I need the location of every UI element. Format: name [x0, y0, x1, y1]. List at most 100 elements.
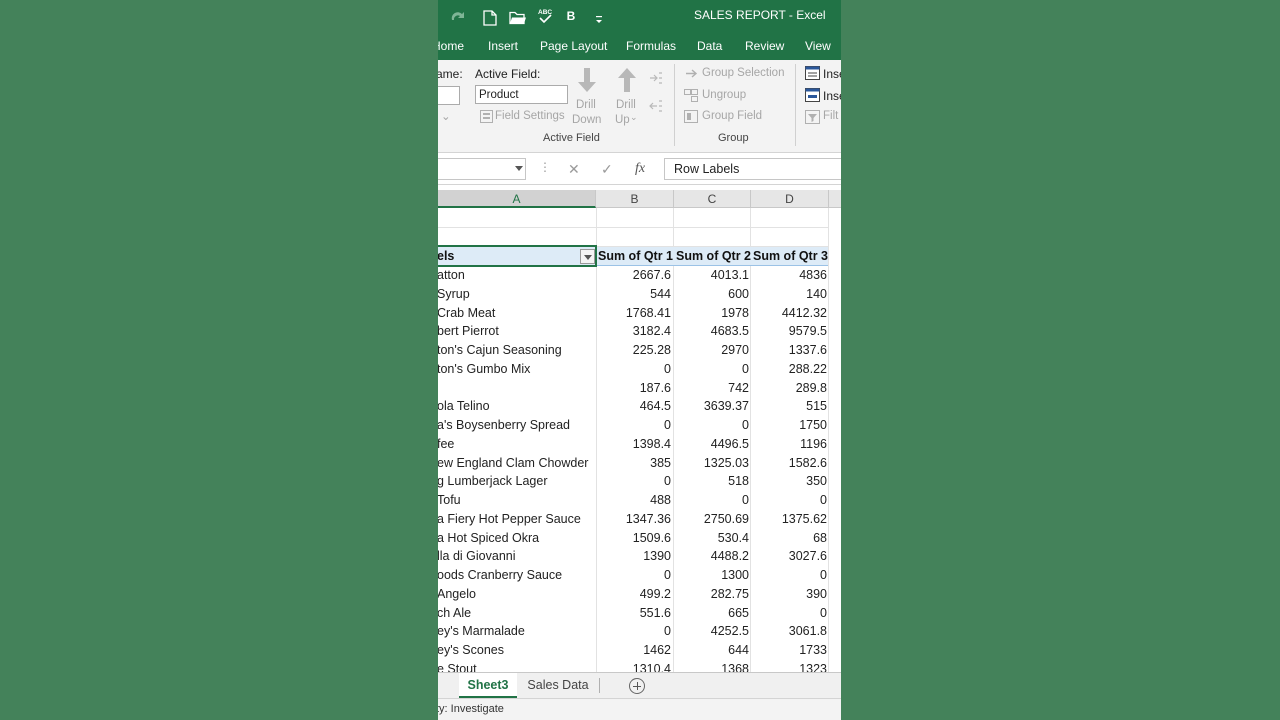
product-cell[interactable]: ola Telino	[438, 397, 594, 416]
product-cell[interactable]: ey's Scones	[438, 641, 594, 660]
qtr3-cell[interactable]: 3027.6	[751, 547, 827, 566]
qtr1-cell[interactable]: 544	[597, 285, 671, 304]
column-header-c[interactable]: C	[674, 190, 751, 208]
qtr3-cell[interactable]: 1750	[751, 416, 827, 435]
expand-field-icon[interactable]	[649, 72, 663, 84]
qtr3-cell[interactable]: 515	[751, 397, 827, 416]
product-cell[interactable]: ch Ale	[438, 604, 594, 623]
product-cell[interactable]: fee	[438, 435, 594, 454]
qtr1-cell[interactable]: 3182.4	[597, 322, 671, 341]
qtr3-cell[interactable]: 288.22	[751, 360, 827, 379]
tab-review[interactable]: Review	[745, 39, 784, 53]
sheet-tab-sales-data[interactable]: Sales Data	[520, 673, 596, 698]
qtr2-header[interactable]: Sum of Qtr 2	[676, 247, 752, 266]
qtr3-cell[interactable]: 390	[751, 585, 827, 604]
drill-up-dropdown-icon[interactable]: ⌄	[630, 112, 638, 123]
row-labels-filter-button[interactable]	[580, 249, 595, 264]
product-cell[interactable]: ton's Cajun Seasoning	[438, 341, 594, 360]
tab-page-layout[interactable]: Page Layout	[540, 39, 607, 53]
qtr1-cell[interactable]: 1509.6	[597, 529, 671, 548]
qtr3-cell[interactable]: 0	[751, 566, 827, 585]
qtr1-cell[interactable]: 0	[597, 416, 671, 435]
insert-timeline-icon[interactable]	[805, 88, 820, 102]
qtr1-cell[interactable]: 225.28	[597, 341, 671, 360]
qtr3-cell[interactable]: 1323	[751, 660, 827, 672]
qtr1-cell[interactable]: 0	[597, 622, 671, 641]
pivot-row[interactable]: a Fiery Hot Pepper Sauce 1347.36 2750.69 13…	[438, 510, 828, 529]
pivot-row[interactable]: a's Boysenberry Spread 0 0 1750	[438, 416, 828, 435]
qtr3-cell[interactable]: 9579.5	[751, 322, 827, 341]
qtr2-cell[interactable]: 530.4	[674, 529, 749, 548]
product-cell[interactable]: e Stout	[438, 660, 594, 672]
qtr1-cell[interactable]: 1390	[597, 547, 671, 566]
group-field-button[interactable]: Group Field	[702, 110, 762, 122]
product-cell[interactable]: Crab Meat	[438, 304, 594, 323]
pivot-row[interactable]: lla di Giovanni 1390 4488.2 3027.6	[438, 547, 828, 566]
pivot-options-arrow[interactable]: ⌄	[441, 109, 451, 123]
qtr1-cell[interactable]: 464.5	[597, 397, 671, 416]
qtr3-cell[interactable]: 350	[751, 472, 827, 491]
insert-slicer-button[interactable]: Inse	[823, 67, 841, 81]
column-header-d[interactable]: D	[751, 190, 829, 208]
tab-formulas[interactable]: Formulas	[626, 39, 676, 53]
qtr1-cell[interactable]: 551.6	[597, 604, 671, 623]
qtr2-cell[interactable]: 1300	[674, 566, 749, 585]
qtr2-cell[interactable]: 1325.03	[674, 454, 749, 473]
qtr1-cell[interactable]: 0	[597, 566, 671, 585]
qtr3-cell[interactable]: 1582.6	[751, 454, 827, 473]
new-document-icon[interactable]	[483, 8, 497, 28]
insert-slicer-icon[interactable]	[805, 66, 820, 80]
qtr2-cell[interactable]: 282.75	[674, 585, 749, 604]
drill-up-label-2[interactable]: Up	[615, 114, 630, 126]
group-field-icon[interactable]	[684, 110, 698, 123]
qtr2-cell[interactable]: 4488.2	[674, 547, 749, 566]
qtr2-cell[interactable]: 665	[674, 604, 749, 623]
qtr1-cell[interactable]: 2667.6	[597, 266, 671, 285]
pivot-row[interactable]: ton's Cajun Seasoning 225.28 2970 1337.6	[438, 341, 828, 360]
accessibility-status[interactable]: ty: Investigate	[438, 703, 504, 715]
drill-down-label-2[interactable]: Down	[572, 114, 601, 126]
qtr3-cell[interactable]: 68	[751, 529, 827, 548]
product-cell[interactable]: lla di Giovanni	[438, 547, 594, 566]
qtr2-cell[interactable]: 644	[674, 641, 749, 660]
qtr3-cell[interactable]: 1337.6	[751, 341, 827, 360]
product-cell[interactable]: g Lumberjack Lager	[438, 472, 594, 491]
qtr1-cell[interactable]: 0	[597, 472, 671, 491]
sheet-tab-sheet3[interactable]: Sheet3	[459, 673, 517, 698]
confirm-formula-icon[interactable]: ✓	[601, 161, 613, 178]
pivot-row[interactable]: ey's Scones 1462 644 1733	[438, 641, 828, 660]
qtr2-cell[interactable]: 0	[674, 416, 749, 435]
redo-icon[interactable]	[448, 7, 468, 27]
product-cell[interactable]: Syrup	[438, 285, 594, 304]
product-cell[interactable]	[438, 379, 594, 398]
qtr2-cell[interactable]: 4496.5	[674, 435, 749, 454]
pivot-row[interactable]: Syrup 544 600 140	[438, 285, 828, 304]
pivot-row[interactable]: a Hot Spiced Okra 1509.6 530.4 68	[438, 529, 828, 548]
filter-connections-button[interactable]: Filt	[823, 110, 838, 122]
qtr1-header[interactable]: Sum of Qtr 1	[598, 247, 674, 266]
qtr1-cell[interactable]: 1768.41	[597, 304, 671, 323]
qtr3-cell[interactable]: 0	[751, 491, 827, 510]
tab-data[interactable]: Data	[697, 39, 722, 53]
product-cell[interactable]: Angelo	[438, 585, 594, 604]
active-field-input[interactable]	[475, 85, 568, 104]
tab-insert[interactable]: Insert	[488, 39, 518, 53]
ungroup-button[interactable]: Ungroup	[702, 89, 746, 101]
formula-input[interactable]: Row Labels	[664, 158, 841, 180]
qtr2-cell[interactable]: 4013.1	[674, 266, 749, 285]
product-cell[interactable]: bert Pierrot	[438, 322, 594, 341]
qtr2-cell[interactable]: 1978	[674, 304, 749, 323]
open-folder-icon[interactable]	[509, 8, 527, 28]
qtr2-cell[interactable]: 0	[674, 360, 749, 379]
qtr2-cell[interactable]: 518	[674, 472, 749, 491]
insert-timeline-button[interactable]: Inse	[823, 89, 841, 103]
name-box[interactable]	[438, 158, 526, 180]
qtr1-cell[interactable]: 1347.36	[597, 510, 671, 529]
pivot-row[interactable]: ola Telino 464.5 3639.37 515	[438, 397, 828, 416]
pivot-row[interactable]: ey's Marmalade 0 4252.5 3061.8	[438, 622, 828, 641]
worksheet-grid[interactable]: A B C D els Sum of Qtr 1 Sum of Qtr 2 Su…	[438, 190, 841, 672]
group-selection-icon[interactable]	[685, 68, 698, 79]
field-settings-icon[interactable]	[480, 110, 493, 123]
qtr3-cell[interactable]: 4412.32	[751, 304, 827, 323]
drill-up-icon[interactable]	[616, 66, 638, 94]
